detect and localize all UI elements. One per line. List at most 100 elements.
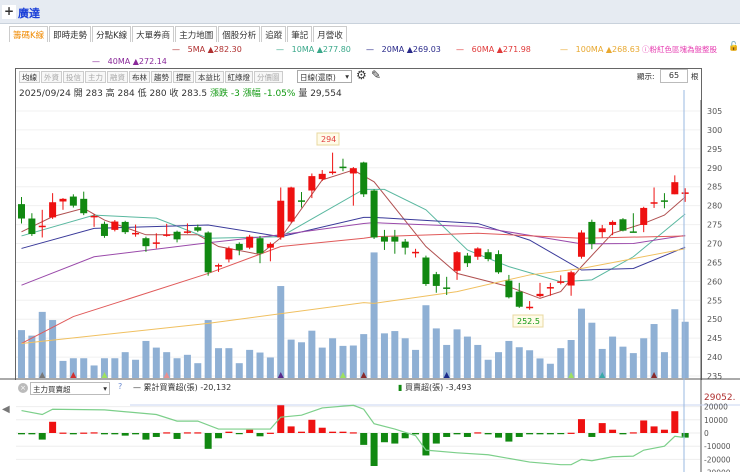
candle-body: [80, 198, 88, 214]
net-buy-bar: [536, 433, 544, 435]
candle-body: [370, 190, 378, 238]
net-buy-bar: [38, 433, 46, 440]
candle-body: [391, 236, 399, 242]
net-buy-bar: [132, 433, 140, 435]
net-buy-bar: [49, 421, 57, 433]
volume-bar: [204, 320, 212, 378]
candle-body: [308, 176, 316, 191]
net-buy-bar: [183, 432, 191, 434]
sub-y-tick-label: -20000: [704, 455, 731, 464]
sub-y-tick-label: -10000: [704, 442, 731, 451]
candle-body: [163, 234, 171, 236]
y-tick-label: 290: [707, 164, 722, 173]
volume-bar: [629, 353, 637, 378]
net-buy-bar: [246, 429, 254, 433]
candle-body: [28, 218, 36, 235]
candle-body: [577, 232, 585, 257]
bar-legend-icon: ▮: [398, 383, 403, 392]
volume-bar: [297, 342, 305, 378]
candle-body: [318, 173, 326, 180]
volume-bar: [349, 345, 357, 378]
net-buy-bar: [401, 433, 409, 439]
volume-bar: [577, 308, 585, 378]
candle-body: [567, 272, 575, 286]
candle-body: [215, 265, 223, 267]
net-value: 買賣超(張) -3,493: [404, 383, 472, 392]
candle-body: [49, 202, 57, 218]
volume-bar: [681, 321, 689, 378]
candle-body: [111, 221, 119, 230]
volume-bar: [183, 354, 191, 378]
net-buy-bar: [598, 423, 606, 433]
volume-bar: [80, 358, 88, 378]
net-buy-bar: [100, 433, 108, 435]
candle-body: [59, 198, 67, 202]
y-tick-label: 250: [707, 315, 722, 324]
candle-body: [142, 238, 150, 247]
candle-body: [100, 223, 108, 236]
volume-bar: [18, 330, 25, 378]
net-buy-bar: [215, 433, 223, 439]
volume-bar: [557, 348, 565, 378]
volume-bar: [256, 352, 264, 378]
candle-body: [38, 225, 46, 228]
candle-body: [526, 306, 534, 309]
cumulative-label: — 累計買賣超(張) -20,132: [133, 383, 232, 392]
candle-body: [183, 231, 191, 233]
net-buy-bar: [495, 433, 503, 438]
volume-bar: [495, 352, 503, 378]
price-chart[interactable]: 235 240 245 250 255 260 265 270 275 280 285 290 295 3…: [0, 0, 740, 472]
net-buy-bar: [59, 432, 67, 434]
net-buy-bar: [256, 433, 264, 437]
candle-body: [671, 182, 679, 195]
y-tick-label: 285: [707, 183, 722, 192]
net-buy-bar: [329, 431, 337, 433]
candle-body: [474, 248, 482, 257]
y-tick-label: 295: [707, 145, 722, 154]
dropdown-icon: ▾: [103, 384, 107, 393]
sub-y-tick-label: -30000: [704, 469, 731, 472]
volume-bar: [474, 344, 482, 378]
net-buy-bar: [412, 433, 420, 435]
net-buy-bar: [505, 433, 513, 442]
net-buy-bar: [173, 433, 181, 439]
net-buy-bar: [152, 433, 160, 437]
y-tick-label: 265: [707, 258, 722, 267]
candle-body: [69, 196, 77, 206]
volume-bar: [59, 360, 67, 378]
candle-body: [588, 221, 596, 244]
volume-bar: [526, 350, 534, 378]
volume-bar: [173, 358, 181, 378]
ma60-line: [21, 232, 686, 344]
net-buy-bar: [297, 431, 305, 433]
net-buy-bar: [474, 432, 482, 434]
volume-bar: [660, 352, 668, 378]
volume-bar: [412, 349, 420, 378]
net-buy-bar: [660, 429, 668, 433]
sub-y-tick-label: 0: [704, 429, 709, 438]
net-buy-bar: [349, 432, 357, 434]
net-buy-bar: [567, 432, 575, 434]
candle-body: [90, 215, 98, 218]
help-icon[interactable]: ?: [118, 382, 122, 391]
net-buy-bar: [526, 433, 534, 435]
volume-bar: [215, 348, 223, 378]
collapse-arrow-icon[interactable]: ◀: [2, 404, 10, 415]
ma40-line: [21, 222, 686, 286]
volume-bar: [432, 328, 440, 378]
indicator-select[interactable]: 主力買賣超 ▾: [30, 382, 110, 395]
net-buy-bar: [484, 433, 492, 435]
candle-body: [266, 243, 274, 248]
net-buy-bar: [225, 431, 233, 433]
candle-body: [660, 200, 668, 202]
y-tick-label: 260: [707, 277, 722, 286]
y-tick-label: 275: [707, 221, 722, 230]
net-buy-bar: [163, 432, 171, 434]
candle-body: [401, 241, 409, 248]
volume-bar: [453, 329, 461, 378]
net-buy-bar: [360, 433, 368, 445]
close-indicator-icon[interactable]: ×: [18, 383, 28, 393]
candle-body: [650, 202, 658, 204]
net-buy-bar: [619, 433, 627, 435]
sub-max-label: 29052.: [704, 393, 736, 403]
